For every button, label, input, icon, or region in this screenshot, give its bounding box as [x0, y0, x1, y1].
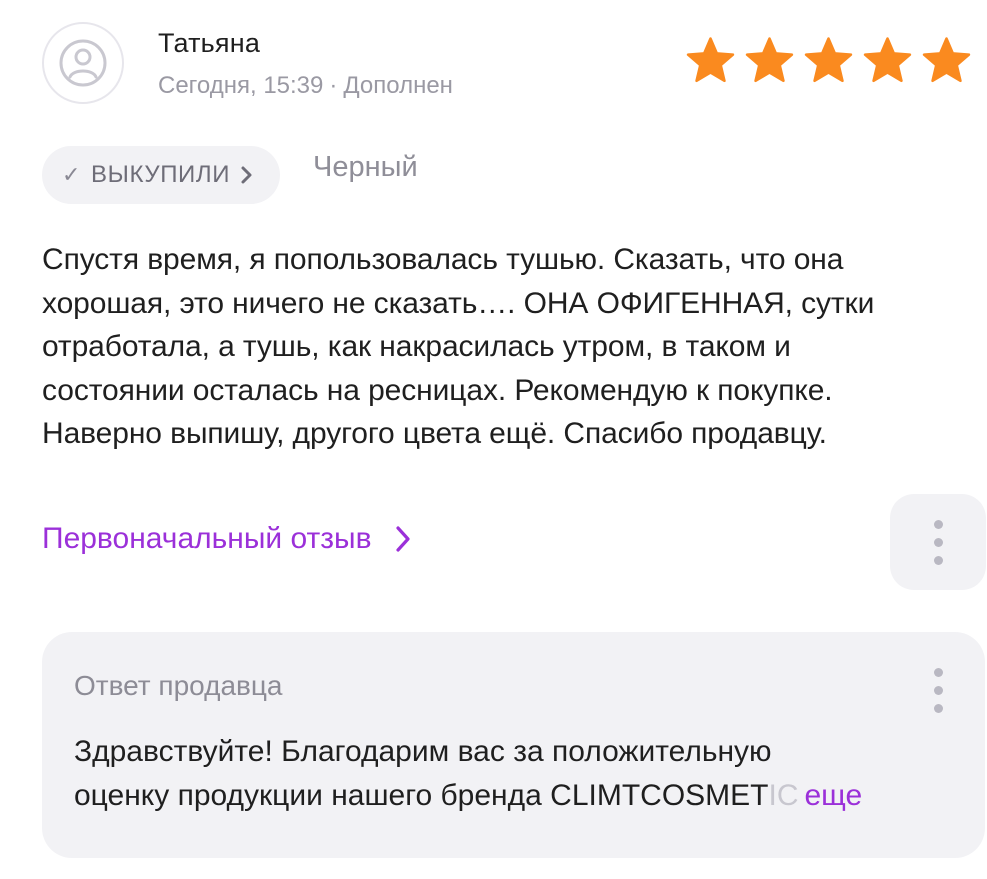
author-name: Татьяна [158, 28, 261, 58]
more-options-button[interactable] [890, 494, 986, 590]
user-avatar-icon [59, 39, 107, 87]
chevron-right-icon [240, 165, 254, 185]
star-icon [861, 36, 914, 86]
star-icon [684, 36, 737, 86]
seller-reply-line: оценку продукции нашего бренда CLIMTCOSM… [74, 774, 954, 818]
check-icon: ✓ [62, 162, 82, 187]
original-review-link[interactable]: Первоначальный отзыв [42, 522, 412, 556]
original-review-label: Первоначальный отзыв [42, 522, 372, 555]
seller-reply-line-main: оценку продукции нашего бренда CLIMTCOSM… [74, 779, 769, 812]
meta-separator: · [329, 72, 338, 99]
color-variant: Черный [313, 151, 418, 183]
avatar[interactable] [42, 22, 124, 104]
rating-stars [684, 36, 973, 86]
star-icon [743, 36, 796, 86]
seller-reply-line-fade: IC [768, 779, 799, 812]
review-date: Сегодня, 15:39 [158, 72, 324, 99]
seller-reply-text: Здравствуйте! Благодарим вас за положите… [74, 730, 954, 818]
review-card: Татьяна Сегодня, 15:39 · Дополнен ✓ ВЫКУПИ… [0, 0, 987, 879]
seller-reply: Ответ продавца Здравствуйте! Благодарим … [42, 632, 985, 858]
review-text-line: Наверно выпишу, другого цвета ещё. Спаси… [42, 417, 827, 450]
review-status: Дополнен [343, 72, 453, 99]
bought-chip[interactable]: ✓ ВЫКУПИЛИ [42, 146, 281, 204]
more-vertical-icon [934, 668, 943, 713]
review-text-line: отработала, а тушь, как накрасилась утро… [42, 330, 791, 363]
review-text: Спустя время, я попользовалась тушью. Ск… [42, 238, 962, 456]
more-vertical-icon [933, 519, 943, 565]
chevron-right-icon [395, 526, 410, 552]
review-text-line: состоянии осталась на ресницах. Рекоменд… [42, 373, 833, 407]
star-icon [920, 36, 973, 86]
review-text-line: Спустя время, я попользовалась тушью. Ск… [42, 243, 844, 276]
review-text-line: хорошая, это ничего не сказать…. ОНА ОФИ… [42, 286, 875, 320]
star-icon [802, 36, 855, 86]
seller-reply-more-button[interactable] [934, 668, 943, 713]
seller-reply-title: Ответ продавца [74, 670, 283, 701]
seller-reply-expand-link[interactable]: еще [804, 779, 862, 812]
review-meta: Сегодня, 15:39 · Дополнен [158, 72, 453, 100]
bought-chip-label: ВЫКУПИЛИ [91, 161, 231, 188]
seller-reply-line: Здравствуйте! Благодарим вас за положите… [74, 735, 772, 768]
